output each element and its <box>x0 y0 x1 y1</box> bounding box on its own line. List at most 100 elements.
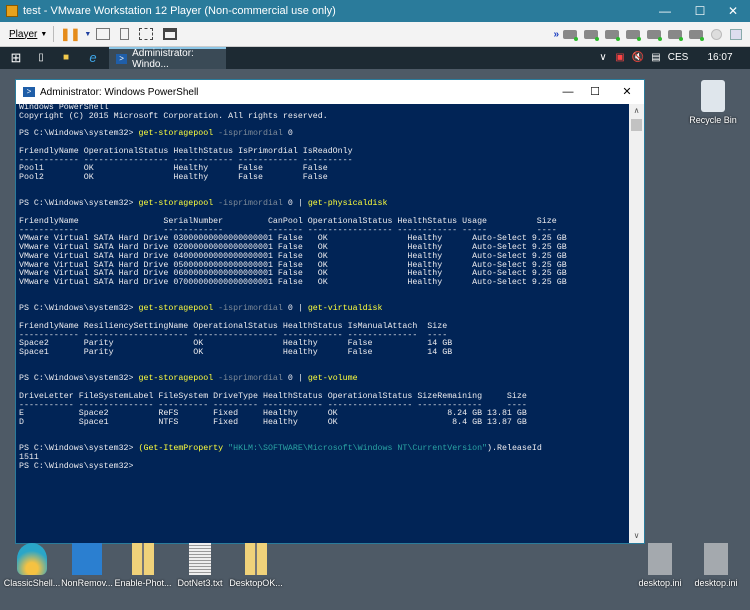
chevron-down-icon[interactable]: ▼ <box>84 31 91 38</box>
recycle-bin-icon <box>701 80 725 112</box>
desktop-icon[interactable]: ClassicShell... <box>2 543 62 588</box>
pause-icon[interactable]: ❚❚ <box>60 27 80 41</box>
string-text: "HKLM:\SOFTWARE\Microsoft\Windows NT\Cur… <box>223 444 488 454</box>
desktop-icon-recycle-bin[interactable]: Recycle Bin <box>683 80 743 125</box>
file-explorer-icon[interactable]: ■ <box>55 47 77 69</box>
scroll-up-arrow-icon[interactable]: ∧ <box>629 104 644 118</box>
output-text: PS C:\Windows\system32> <box>19 304 139 314</box>
fullscreen-icon[interactable] <box>139 28 154 40</box>
icon-label: ClassicShell... <box>3 578 61 588</box>
icon-label: desktop.ini <box>694 578 738 588</box>
windows-start-icon[interactable]: ⊞ <box>4 47 28 69</box>
output-text: Copyright (C) 2015 Microsoft Corporation… <box>19 111 328 121</box>
desktop-icon[interactable]: Enable-Phot... <box>113 543 173 588</box>
close-button[interactable]: ✕ <box>718 0 748 22</box>
volume-muted-icon[interactable]: 🔇 <box>630 47 646 69</box>
network-disconnected-icon[interactable]: ▣ <box>612 47 628 69</box>
hard-disk-icon[interactable] <box>583 29 599 41</box>
zip-folder-icon <box>132 543 154 575</box>
close-button[interactable]: ✕ <box>612 80 642 104</box>
parameter-text: -isprimordial <box>213 374 283 384</box>
taskbar-item-powershell[interactable]: > Administrator: Windo... <box>109 47 226 70</box>
output-text: FriendlyName SerialNumber CanPool Operat… <box>19 216 557 226</box>
vmware-toolbar: Player ▼ ❚❚ ▼ » <box>0 22 750 47</box>
command-text: get-physicaldisk <box>307 199 388 209</box>
minimize-button[interactable]: — <box>650 0 680 22</box>
desktop-icon[interactable]: NonRemov... <box>57 543 117 588</box>
console-line: Copyright (C) 2015 Microsoft Corporation… <box>19 111 630 122</box>
desktop-icon[interactable]: desktop.ini <box>630 543 690 588</box>
output-text: FriendlyName ResiliencySettingName Opera… <box>19 321 448 331</box>
chevron-right-icon[interactable]: » <box>553 29 559 40</box>
output-text: PS C:\Windows\system32> <box>19 199 139 209</box>
scroll-down-arrow-icon[interactable]: ∨ <box>629 529 644 543</box>
hard-disk-icon[interactable] <box>562 29 578 41</box>
removable-devices-icon[interactable] <box>120 28 130 40</box>
console-line: D Space1 NTFS Fixed Healthy OK 8.4 GB 13… <box>19 418 630 428</box>
hard-disk-icon[interactable] <box>604 29 620 41</box>
desktop-icon[interactable]: desktop.ini <box>686 543 746 588</box>
console-line: Pool2 OK Healthy False False <box>19 173 630 183</box>
parameter-text: -isprimordial <box>213 129 283 139</box>
maximize-button[interactable]: ☐ <box>685 0 715 22</box>
icon-label: desktop.ini <box>638 578 682 588</box>
window-title: test - VMware Workstation 12 Player (Non… <box>23 5 336 17</box>
console-output[interactable]: Windows PowerShell Copyright (C) 2015 Mic… <box>19 104 630 543</box>
hard-disk-icon[interactable] <box>646 29 662 41</box>
console-line: PS C:\Windows\system32> (Get-ItemPropert… <box>19 444 630 454</box>
icon-label: DotNet3.txt <box>177 578 223 588</box>
output-text: Pool2 OK Healthy False False <box>19 173 328 182</box>
text-file-icon <box>189 543 211 575</box>
hard-disk-icon[interactable] <box>688 29 704 41</box>
output-text: 0 | <box>282 304 308 314</box>
settings-file-icon <box>648 543 672 575</box>
task-view-icon[interactable]: ▯ <box>30 47 52 69</box>
output-text: VMware Virtual SATA Hard Drive 040000000… <box>19 251 567 261</box>
cd-icon[interactable] <box>711 28 722 40</box>
command-text: get-storagepool <box>138 374 214 384</box>
command-text: get-virtualdisk <box>307 304 383 314</box>
console-line: PS C:\Windows\system32> get-storagepool … <box>19 304 630 314</box>
chevron-up-icon[interactable]: ∨ <box>595 47 611 69</box>
output-text: ).ReleaseId <box>487 444 542 454</box>
chevron-down-icon[interactable]: ▼ <box>40 31 47 38</box>
console-line: PS C:\Windows\system32> get-storagepool … <box>19 199 630 209</box>
output-text: VMware Virtual SATA Hard Drive 020000000… <box>19 243 567 252</box>
divider <box>53 26 55 42</box>
parameter-text: -isprimordial <box>213 304 283 314</box>
desktop-icon[interactable]: DotNet3.txt <box>170 543 230 588</box>
output-text: PS C:\Windows\system32> <box>19 444 139 454</box>
language-indicator[interactable]: CES <box>666 47 690 69</box>
notification-icon[interactable]: ▤ <box>648 47 664 69</box>
output-text: Pool1 OK Healthy False False <box>19 164 328 174</box>
console-line: Space1 Parity OK Healthy False 14 GB <box>19 348 630 358</box>
network-adapter-icon[interactable] <box>730 28 742 40</box>
command-text: get-storagepool <box>138 129 214 139</box>
hard-disk-icon[interactable] <box>667 29 683 41</box>
maximize-button[interactable]: ☐ <box>580 80 610 104</box>
send-ctrl-alt-del-icon[interactable] <box>96 28 111 40</box>
desktop-icon[interactable]: DesktopOK... <box>226 543 286 588</box>
console-line: VMware Virtual SATA Hard Drive 070000000… <box>19 278 630 288</box>
vmware-title-bar: test - VMware Workstation 12 Player (Non… <box>0 0 750 22</box>
unity-icon[interactable] <box>163 28 178 40</box>
minimize-button[interactable]: — <box>553 80 583 104</box>
hard-disk-icon[interactable] <box>625 29 641 41</box>
internet-explorer-icon[interactable]: e <box>82 47 104 69</box>
scroll-thumb[interactable] <box>631 119 642 131</box>
output-text: Space1 Parity OK Healthy False 14 GB <box>19 348 453 357</box>
output-text: Space2 Parity OK Healthy False 14 GB <box>19 339 453 349</box>
player-menu[interactable]: Player <box>9 29 37 40</box>
output-text: E Space2 ReFS Fixed Healthy OK 8.24 GB 1… <box>19 409 527 419</box>
vertical-scrollbar[interactable]: ∧ ∨ <box>629 104 644 543</box>
clock[interactable]: 16:07 <box>700 47 740 69</box>
output-text: 0 | <box>282 199 308 209</box>
output-text: VMware Virtual SATA Hard Drive 070000000… <box>19 278 567 287</box>
output-text: VMware Virtual SATA Hard Drive 060000000… <box>19 269 567 279</box>
command-text: (Get-ItemProperty <box>138 444 224 454</box>
output-text: PS C:\Windows\system32> <box>19 129 139 139</box>
powershell-title: Administrator: Windows PowerShell <box>40 86 199 98</box>
